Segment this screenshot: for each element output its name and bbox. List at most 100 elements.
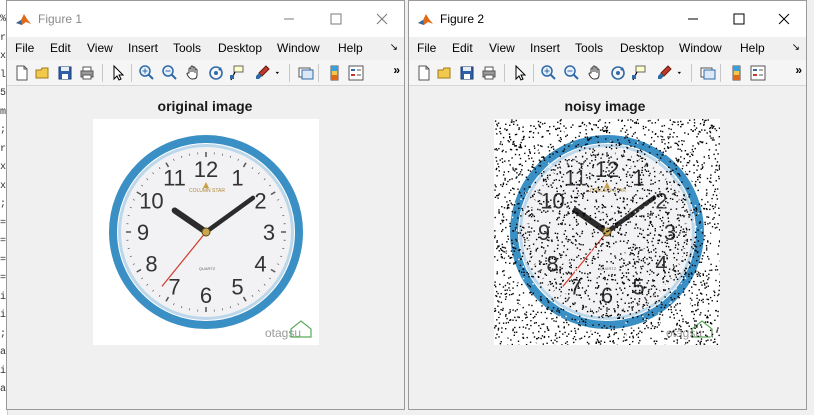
brush-dropdown-icon[interactable] [676, 64, 686, 82]
clock-numeral: 11 [564, 165, 587, 190]
title-bar[interactable]: Figure 2 [409, 1, 806, 37]
toolbar-separator [102, 64, 103, 82]
menu-edit[interactable]: Edit [50, 41, 71, 55]
print-icon[interactable] [78, 64, 96, 82]
clock-numeral: 9 [538, 220, 550, 245]
menu-desktop[interactable]: Desktop [620, 41, 664, 55]
menu-bar: File Edit View Insert Tools Desktop Wind… [7, 37, 404, 59]
brush-dropdown-icon[interactable] [274, 64, 284, 82]
noisy-clock-svg: 12 1234567891011COLUMN STARQUARTZotagsu [494, 119, 720, 345]
menu-overflow-icon[interactable]: ↘ [792, 42, 800, 53]
clock-numeral: 10 [139, 189, 163, 214]
clock-brand: COLUMN STAR [189, 188, 225, 194]
data-cursor-icon[interactable] [630, 64, 648, 82]
figure-toolbar: » [409, 60, 806, 86]
rotate-3d-icon[interactable] [609, 64, 627, 82]
open-file-icon[interactable] [436, 64, 454, 82]
brush-icon[interactable] [656, 64, 674, 82]
close-button[interactable] [762, 6, 806, 32]
menu-file[interactable]: File [417, 41, 436, 55]
clock-numeral: 5 [231, 275, 243, 300]
print-icon[interactable] [480, 64, 498, 82]
open-file-icon[interactable] [34, 64, 52, 82]
minimize-button[interactable] [671, 6, 715, 32]
window-title: Figure 2 [440, 12, 485, 26]
close-button[interactable] [360, 6, 404, 32]
zoom-out-icon[interactable] [161, 64, 179, 82]
clock-numeral: 12 [194, 157, 218, 182]
menu-insert[interactable]: Insert [530, 41, 560, 55]
toolbar-separator [289, 64, 290, 82]
noisy-clock-image: 12 1 2 3 4 5 6 7 8 9 10 11 COLUMN STAR QUARTZ otagsu [494, 119, 720, 345]
zoom-out-icon[interactable] [563, 64, 581, 82]
minimize-button[interactable] [267, 6, 311, 32]
colorbar-icon[interactable] [326, 64, 344, 82]
save-icon[interactable] [56, 64, 74, 82]
menu-help[interactable]: Help [740, 41, 765, 55]
close-icon [376, 13, 388, 25]
window-title: Figure 1 [38, 12, 83, 26]
minimize-icon [688, 18, 698, 20]
zoom-in-icon[interactable] [138, 64, 156, 82]
menu-insert[interactable]: Insert [128, 41, 158, 55]
new-figure-icon[interactable] [13, 64, 31, 82]
pan-hand-icon[interactable] [586, 64, 604, 82]
clock-svg: 12 12 3 45678 9 1011COLUMN STAR QUARTZ otagsu [93, 119, 319, 345]
figure-window-2[interactable]: Figure 2 File Edit View Insert Tools Des… [408, 0, 807, 410]
clock-numeral: 4 [655, 252, 667, 277]
maximize-button[interactable] [314, 6, 358, 32]
zoom-in-icon[interactable] [540, 64, 558, 82]
pan-hand-icon[interactable] [184, 64, 202, 82]
toolbar-overflow-icon[interactable]: » [795, 63, 802, 77]
menu-view[interactable]: View [489, 41, 515, 55]
clock-numeral: 3 [664, 220, 676, 245]
toolbar-separator [504, 64, 505, 82]
menu-window[interactable]: Window [277, 41, 320, 55]
toolbar-separator [318, 64, 319, 82]
new-figure-icon[interactable] [415, 64, 433, 82]
toolbar-separator [691, 64, 692, 82]
toolbar-overflow-icon[interactable]: » [393, 63, 400, 77]
menu-overflow-icon[interactable]: ↘ [390, 42, 398, 53]
rotate-3d-icon[interactable] [207, 64, 225, 82]
menu-tools[interactable]: Tools [575, 41, 603, 55]
menu-window[interactable]: Window [679, 41, 722, 55]
clock-quartz: QUARTZ [199, 266, 216, 271]
save-icon[interactable] [458, 64, 476, 82]
toolbar-separator [131, 64, 132, 82]
clock-numeral: 6 [200, 283, 212, 308]
data-cursor-icon[interactable] [228, 64, 246, 82]
legend-icon[interactable] [749, 64, 767, 82]
edit-plot-arrow-icon[interactable] [109, 64, 127, 82]
maximize-icon [330, 13, 342, 25]
menu-file[interactable]: File [15, 41, 34, 55]
matlab-logo-icon [417, 11, 434, 28]
menu-tools[interactable]: Tools [173, 41, 201, 55]
colorbar-icon[interactable] [728, 64, 746, 82]
clock-numeral: 1 [231, 165, 243, 190]
close-icon [778, 13, 790, 25]
figure-canvas: noisy image 12 1 2 3 4 5 6 7 8 9 10 11 COLUMN STAR QU… [409, 87, 806, 409]
menu-help[interactable]: Help [338, 41, 363, 55]
link-plot-icon[interactable] [297, 64, 315, 82]
menu-desktop[interactable]: Desktop [218, 41, 262, 55]
original-clock-image: 12 1 2 3 4 5 6 7 8 9 10 11 COLUMN STAR QUARTZ otagsu [93, 119, 319, 345]
toolbar-separator [533, 64, 534, 82]
clock-numeral: 7 [168, 275, 180, 300]
clock-numeral: 8 [145, 252, 157, 277]
matlab-logo-icon [15, 11, 32, 28]
axes-title: original image [157, 98, 253, 114]
edit-plot-arrow-icon[interactable] [511, 64, 529, 82]
maximize-button[interactable] [717, 6, 761, 32]
title-bar[interactable]: Figure 1 [7, 1, 404, 37]
brush-icon[interactable] [254, 64, 272, 82]
link-plot-icon[interactable] [699, 64, 717, 82]
watermark: otagsu [666, 326, 702, 340]
figure-window-1[interactable]: Figure 1 File Edit View Insert Tools Des… [6, 0, 405, 410]
menu-edit[interactable]: Edit [452, 41, 473, 55]
clock-numeral: 4 [254, 252, 266, 277]
legend-icon[interactable] [347, 64, 365, 82]
toolbar-separator [720, 64, 721, 82]
menu-view[interactable]: View [87, 41, 113, 55]
figure-canvas: original image 12 1 2 3 4 5 6 7 8 9 10 11 COLUMN STA… [7, 87, 404, 409]
